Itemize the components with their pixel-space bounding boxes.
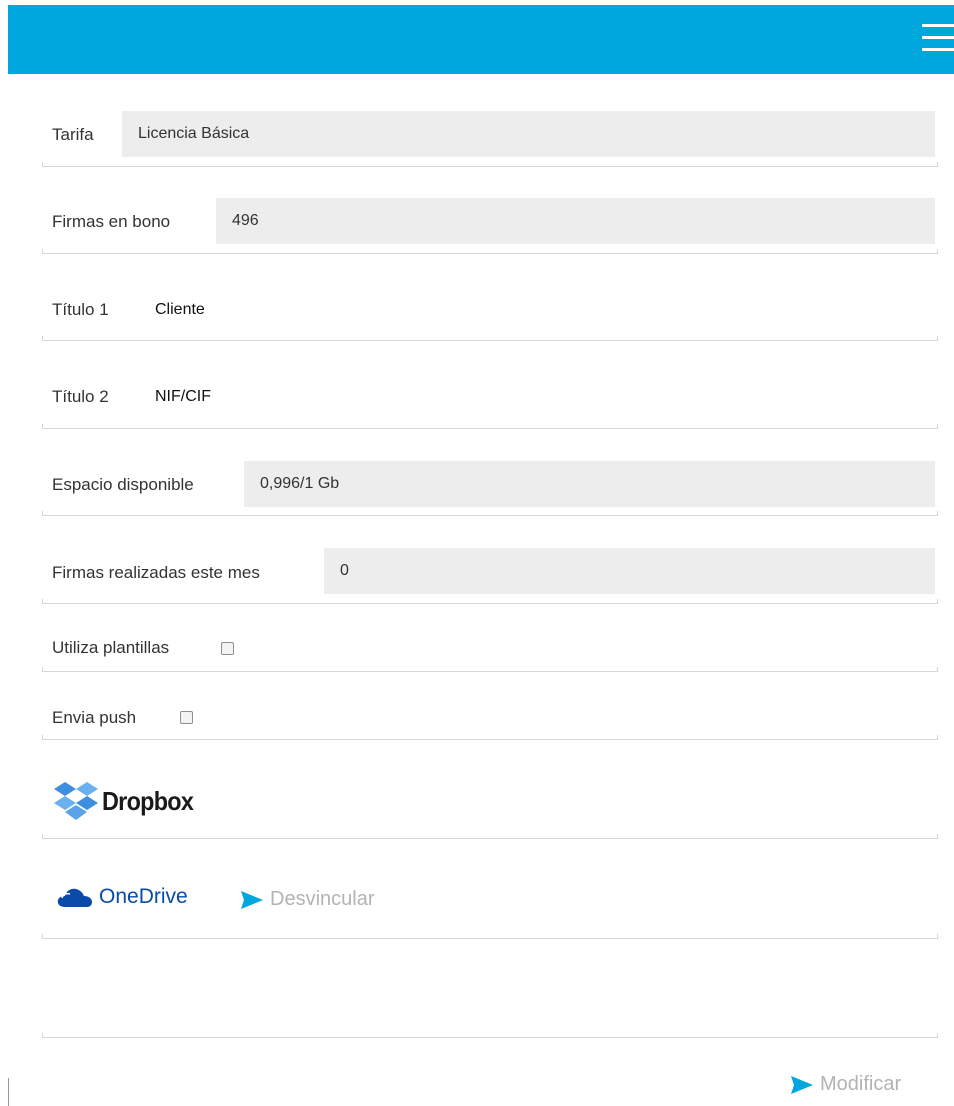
push-row: Envia push (42, 703, 938, 740)
firmas-mes-label: Firmas realizadas este mes (52, 563, 260, 582)
espacio-row: Espacio disponible 0,996/1 Gb (42, 460, 938, 516)
empty-row (42, 960, 938, 1038)
dropbox-button[interactable]: Dropbox (52, 780, 203, 822)
hamburger-menu-icon[interactable] (922, 24, 954, 52)
modificar-button[interactable]: Modificar (790, 1073, 901, 1096)
modificar-label: Modificar (820, 1073, 902, 1095)
settings-page: Tarifa Licencia Básica Firmas en bono 49… (0, 0, 954, 1106)
desvincular-label: Desvincular (270, 888, 375, 910)
titulo2-value[interactable]: NIF/CIF (155, 388, 211, 406)
plantillas-row: Utiliza plantillas (42, 635, 938, 672)
tarifa-field: Licencia Básica (122, 111, 935, 157)
plantillas-label: Utiliza plantillas (52, 638, 170, 657)
titulo1-row: Título 1 Cliente (42, 285, 938, 341)
onedrive-label: OneDrive (99, 885, 188, 908)
plantillas-checkbox[interactable] (221, 642, 234, 655)
tarifa-label: Tarifa (52, 125, 94, 144)
titulo1-label: Título 1 (52, 300, 109, 319)
firmas-mes-row: Firmas realizadas este mes 0 (42, 548, 938, 604)
tarifa-row: Tarifa Licencia Básica (42, 111, 938, 167)
top-bar (8, 5, 954, 74)
firmas-bono-label: Firmas en bono (52, 212, 171, 231)
titulo2-row: Título 2 NIF/CIF (42, 373, 938, 429)
firmas-bono-field: 496 (216, 198, 935, 244)
onedrive-cloud-icon (57, 888, 92, 907)
espacio-field: 0,996/1 Gb (244, 461, 935, 507)
dropbox-row: Dropbox (42, 760, 938, 839)
espacio-label: Espacio disponible (52, 475, 194, 494)
dropbox-label: Dropbox (102, 785, 194, 816)
firmas-mes-field: 0 (324, 548, 935, 594)
dropbox-logo-icon (54, 782, 98, 820)
send-arrow-icon (241, 890, 263, 909)
push-label: Envia push (52, 708, 137, 727)
firmas-bono-row: Firmas en bono 496 (42, 198, 938, 254)
push-checkbox[interactable] (180, 711, 193, 724)
titulo1-value[interactable]: Cliente (155, 301, 205, 319)
text-cursor (8, 1078, 9, 1106)
onedrive-row: OneDrive Desvincular (42, 860, 938, 939)
onedrive-button[interactable]: OneDrive (56, 885, 188, 909)
send-arrow-icon (791, 1075, 813, 1094)
desvincular-link[interactable]: Desvincular (240, 888, 374, 911)
titulo2-label: Título 2 (52, 387, 109, 406)
